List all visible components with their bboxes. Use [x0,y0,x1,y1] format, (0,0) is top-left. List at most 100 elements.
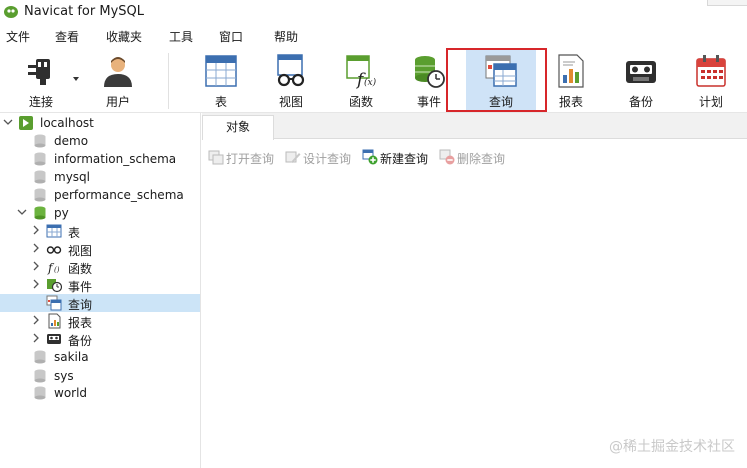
object-toolbar: 打开查询 设计查询 新建查询 删除查询 [202,146,747,168]
toolbar-separator [168,53,169,109]
tree-row-database[interactable]: performance_schema [0,186,200,204]
user-label: 用户 [105,95,130,109]
report-icon [48,313,61,329]
backup-cassette-icon [47,334,61,344]
tree-row-database[interactable]: sakila [0,348,200,366]
menu-bar: 文件 查看 收藏夹 工具 窗口 帮助 [0,26,747,46]
object-list-area[interactable] [202,171,747,468]
delete-query-label: 删除查询 [457,152,506,166]
tree-row-database[interactable]: sys [0,367,200,385]
database-icon [34,369,46,383]
tree-row-backups[interactable]: 备份 [0,330,200,348]
view-glasses-icon [277,54,305,87]
menu-tools[interactable]: 工具 [169,28,193,45]
tree-label: information_schema [54,152,177,166]
tree-row-events[interactable]: 事件 [0,276,200,294]
tree-label: 报表 [68,316,93,330]
window-title: Navicat for MySQL [24,4,144,19]
view-button[interactable]: 视图 [260,49,322,111]
new-query-label: 新建查询 [380,152,429,166]
expand-chevron-icon[interactable] [31,261,41,271]
design-pencil-icon [285,151,301,163]
schedule-label: 计划 [698,95,723,109]
table-button[interactable]: 表 [190,49,252,111]
expand-chevron-icon[interactable] [31,243,41,253]
main-panel: 对象 打开查询 设计查询 新建查询 删除查询 [202,113,747,468]
table-icon [205,55,237,87]
query-icon [46,295,62,311]
query-button[interactable]: 查询 [466,49,536,111]
menu-view[interactable]: 查看 [55,28,79,45]
tree-row-database[interactable]: demo [0,132,200,150]
tree-row-database[interactable]: mysql [0,168,200,186]
tree-row-database[interactable]: information_schema [0,150,200,168]
event-clock-icon [415,56,445,88]
title-bar: Navicat for MySQL [0,0,747,24]
event-clock-icon [47,279,62,293]
tree-label: demo [54,134,89,148]
open-query-label: 打开查询 [226,152,275,166]
database-icon [34,134,46,148]
function-icon: f (x) [346,55,377,89]
tree-label: sys [54,369,74,383]
open-database-icon [34,206,46,220]
event-label: 事件 [416,95,441,109]
window-controls[interactable] [707,0,747,6]
schedule-calendar-icon [696,55,726,87]
tree-label: performance_schema [54,188,184,202]
tree-row-functions[interactable]: f() 函数 [0,258,200,276]
menu-window[interactable]: 窗口 [219,28,243,45]
user-button[interactable]: 用户 [88,49,148,111]
delete-query-minus-icon [439,149,455,165]
view-glasses-icon [46,246,62,254]
tree-label: 表 [68,226,81,240]
report-button[interactable]: 报表 [540,49,602,111]
design-query-label: 设计查询 [303,152,352,166]
connection-icon [19,116,33,130]
backup-cassette-icon [626,61,656,83]
new-query-plus-icon [362,149,378,165]
expand-chevron-icon[interactable] [31,225,41,235]
event-button[interactable]: 事件 [398,49,460,111]
tree-row-database[interactable]: world [0,384,200,402]
tree-label: 视图 [68,244,93,258]
plug-icon [28,59,50,85]
expand-chevron-icon[interactable] [31,315,41,325]
svg-text:(): () [54,266,60,274]
collapse-chevron-icon[interactable] [17,207,27,217]
tree-row-localhost[interactable]: localhost [0,114,200,132]
database-icon [34,152,46,166]
table-icon [46,224,62,238]
tree-label: sakila [54,350,89,364]
watermark: @稀土掘金技术社区 [609,439,735,455]
svg-text:(x): (x) [364,77,377,88]
menu-file[interactable]: 文件 [6,28,30,45]
tree-row-tables[interactable]: 表 [0,222,200,240]
view-label: 视图 [278,95,303,109]
tree-row-database-py[interactable]: py [0,204,200,222]
function-icon: f() [47,261,60,275]
open-query-icon [208,150,224,165]
expand-chevron-icon[interactable] [31,279,41,289]
tree-label: 事件 [68,280,93,294]
main-toolbar: 连接 用户 表 视图 f (x) 函数 事件 查询 报表 备份 计划 [0,47,747,113]
tree-label: world [54,386,88,400]
expand-chevron-icon[interactable] [31,333,41,343]
query-label: 查询 [488,95,513,109]
tree-row-views[interactable]: 视图 [0,240,200,258]
tab-objects[interactable]: 对象 [202,115,274,140]
tree-row-reports[interactable]: 报表 [0,312,200,330]
menu-help[interactable]: 帮助 [274,28,298,45]
tree-row-queries[interactable]: 查询 [0,294,200,312]
connection-tree: localhost demo information_schema mysql … [0,113,201,468]
backup-label: 备份 [628,95,653,109]
tree-label: 函数 [68,262,93,276]
connect-dropdown-icon[interactable] [73,77,79,81]
collapse-chevron-icon[interactable] [3,117,13,127]
database-icon [34,188,46,202]
function-button[interactable]: f (x) 函数 [330,49,392,111]
backup-button[interactable]: 备份 [610,49,672,111]
schedule-button[interactable]: 计划 [680,49,742,111]
connect-button[interactable]: 连接 [10,49,72,111]
menu-favorites[interactable]: 收藏夹 [106,28,142,45]
